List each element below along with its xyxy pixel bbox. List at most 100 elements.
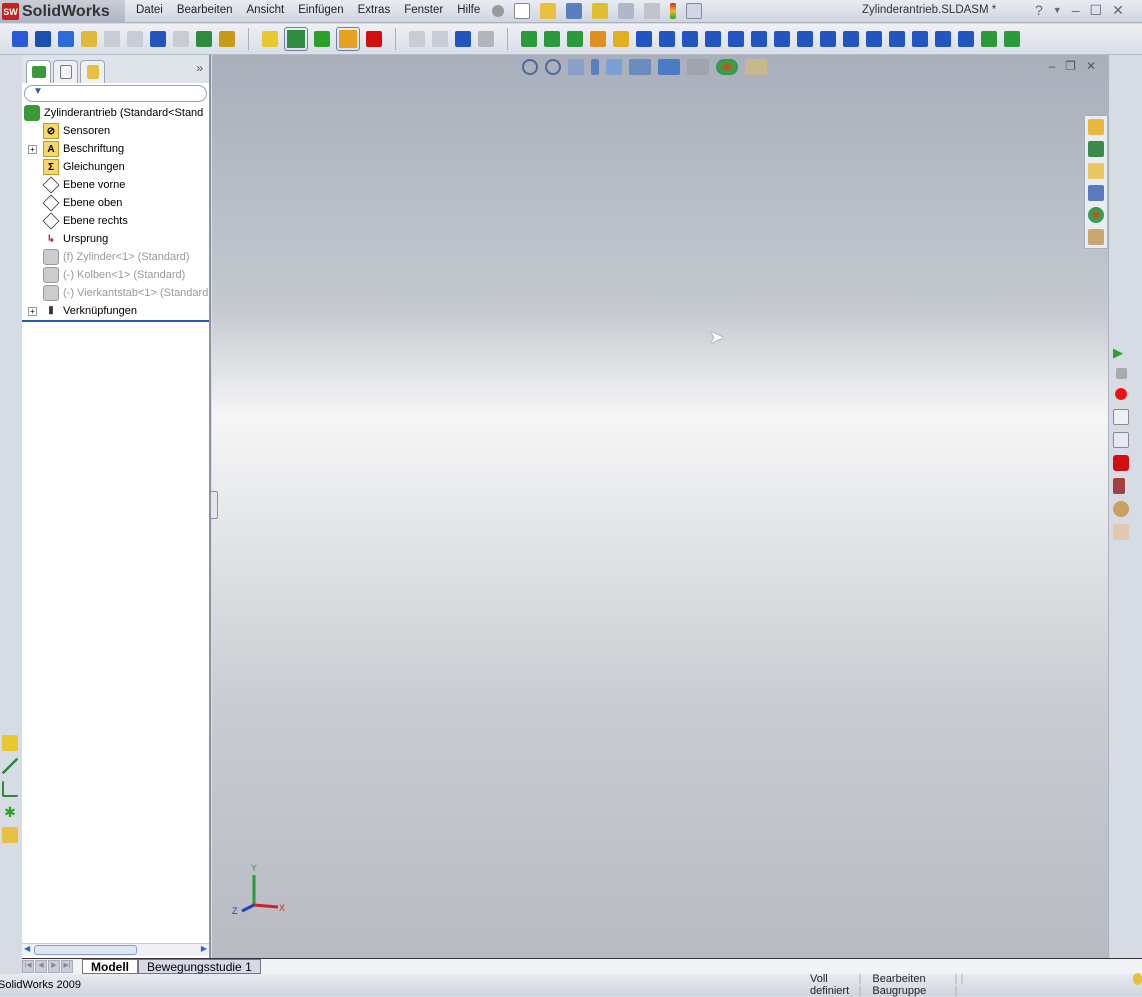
play-macro-icon[interactable]: ▶ [1113,345,1129,361]
smart-dimension-icon[interactable] [2,735,18,751]
tree-node[interactable]: Ebene vorne [22,176,209,194]
solidworks-logo[interactable]: SW SolidWorks [0,0,125,23]
filter-datum-icon[interactable] [820,31,836,47]
appearances-icon[interactable] [1088,207,1104,223]
filter-axis-icon[interactable] [636,31,652,47]
help-button[interactable]: ? [1035,2,1043,19]
filter-datum-target-icon[interactable] [889,31,905,47]
open-icon[interactable] [540,3,556,19]
scroll-left-icon[interactable]: ◀ [24,944,30,953]
stop-macro-icon[interactable] [1116,368,1127,379]
bom-icon[interactable] [196,31,212,47]
tree-node[interactable]: (-) Vierkantstab<1> (Standard [22,284,209,302]
pin-icon[interactable] [492,5,504,17]
tree-node[interactable]: (f) Zylinder<1> (Standard) [22,248,209,266]
block-icon[interactable] [2,827,18,843]
view-palette-icon[interactable] [1088,185,1104,201]
mass-properties-icon[interactable] [58,31,74,47]
spell-check-icon[interactable] [12,31,28,47]
sketch-icon[interactable] [336,27,360,51]
tree-root[interactable]: Zylinderantrieb (Standard<Stand [22,104,209,122]
coordinate-icon[interactable] [2,781,18,797]
maximize-button[interactable]: ☐ [1090,2,1103,19]
view-orientation-icon[interactable] [629,59,651,75]
point-icon[interactable]: ✱ [2,804,18,820]
viewport-close-button[interactable]: ✕ [1086,59,1096,73]
scrollbar-thumb[interactable] [34,945,137,955]
last-tab-button[interactable]: ▶| [61,960,73,973]
filter-dowel-icon[interactable] [912,31,928,47]
menu-datei[interactable]: Datei [136,4,163,16]
apply-scene-icon[interactable] [745,59,767,75]
expand-panel-button[interactable]: » [196,61,203,75]
new-macro-icon[interactable] [1113,409,1129,425]
resources-home-icon[interactable] [1088,119,1104,135]
zoom-to-area-icon[interactable] [545,59,561,75]
select-icon[interactable] [478,31,494,47]
cancel-macro-icon[interactable] [1113,455,1129,471]
edit-macro-icon[interactable] [1113,432,1129,448]
horizontal-scrollbar[interactable]: ◀ ▶ [22,943,209,956]
print-icon[interactable] [618,3,634,19]
filter-plane-icon[interactable] [659,31,675,47]
sum-icon[interactable] [150,31,166,47]
close-button[interactable]: ✕ [1112,2,1124,19]
help-dropdown-icon[interactable]: ▼ [1053,5,1062,19]
dynamic-annotation-icon[interactable] [606,59,622,75]
measure-icon[interactable] [35,31,51,47]
menu-hilfe[interactable]: Hilfe [457,4,480,16]
record-icon[interactable] [366,31,382,47]
tree-node[interactable]: Ebene rechts [22,212,209,230]
next-tab-button[interactable]: ▶ [48,960,60,973]
line-icon[interactable] [284,27,308,51]
options-icon[interactable] [686,3,702,19]
display-style-icon[interactable] [658,59,680,75]
previous-view-icon[interactable] [568,59,584,75]
feature-manager-tab[interactable] [26,60,51,83]
point-icon[interactable] [314,31,330,47]
property-manager-tab[interactable] [53,60,78,83]
filter-block-icon[interactable] [935,31,951,47]
design-library-icon[interactable] [1088,141,1104,157]
filter-note-icon[interactable] [728,31,744,47]
tree-node[interactable]: Σ Gleichungen [22,158,209,176]
menu-ansicht[interactable]: Ansicht [246,4,284,16]
line-icon[interactable] [2,758,18,774]
check-icon[interactable] [104,31,120,47]
interference-icon[interactable] [173,31,189,47]
filter-cosmetic-thread-icon[interactable] [866,31,882,47]
options-icon[interactable] [1113,524,1129,540]
undo-icon[interactable] [644,3,660,19]
minimize-button[interactable]: – [1072,2,1080,19]
custom-properties-icon[interactable] [1088,229,1104,245]
new-document-icon[interactable] [514,3,530,19]
menu-bearbeiten[interactable]: Bearbeiten [177,4,233,16]
filter-vertex-icon[interactable] [521,31,537,47]
expand-icon[interactable]: + [28,144,37,154]
expand-icon[interactable]: + [28,306,37,316]
filter-edge-icon[interactable] [544,31,560,47]
tree-node[interactable]: ⊘ Sensoren [22,122,209,140]
save-icon[interactable] [592,3,608,19]
configuration-manager-tab[interactable] [80,60,105,83]
menu-einfügen[interactable]: Einfügen [298,4,343,16]
previous-tab-button[interactable]: ◀ [35,960,47,973]
filter-icon[interactable] [409,31,425,47]
filter-body-icon[interactable] [613,31,629,47]
tab-motion-study[interactable]: Bewegungsstudie 1 [138,959,261,974]
panel-collapse-handle[interactable] [210,491,218,519]
filter-routing-point-icon[interactable] [1004,31,1020,47]
filter-toggle-icon[interactable] [455,31,471,47]
tab-model[interactable]: Modell [82,959,138,974]
filter-balloon-icon[interactable] [751,31,767,47]
tree-node[interactable]: (-) Kolben<1> (Standard) [22,266,209,284]
customize-icon[interactable] [1113,478,1125,494]
filter-surface-icon[interactable] [590,31,606,47]
filter-surface-finish-icon[interactable] [797,31,813,47]
filter-connection-point-icon[interactable] [981,31,997,47]
file-explorer-icon[interactable] [1088,163,1104,179]
filter-gtol-icon[interactable] [843,31,859,47]
edit-appearance-icon[interactable] [716,59,738,75]
section-properties-icon[interactable] [81,31,97,47]
zoom-to-fit-icon[interactable] [522,59,538,75]
